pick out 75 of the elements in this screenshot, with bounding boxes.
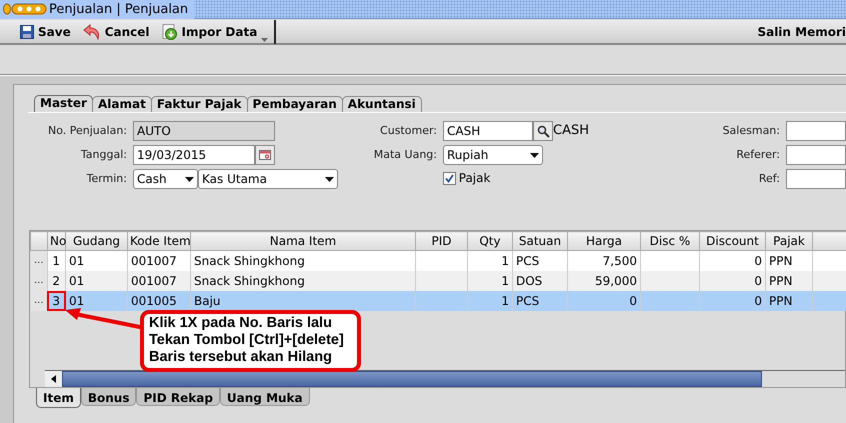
row-handle[interactable]: ... <box>30 270 48 290</box>
field-label: No. Penjualan: <box>47 123 128 139</box>
column-header[interactable]: Harga <box>568 232 640 250</box>
input-field[interactable] <box>786 169 846 189</box>
field-label: Salesman: <box>722 123 781 139</box>
date-field[interactable]: 19/03/2015 <box>133 145 255 165</box>
table-cell: PPN <box>766 290 812 310</box>
column-header[interactable]: No <box>48 232 66 250</box>
dropdown-caret-icon <box>261 38 268 42</box>
customer-name: CASH <box>553 122 589 140</box>
calendar-icon <box>259 150 271 160</box>
callout-text: Baris tersebut akan Hilang <box>149 349 333 366</box>
search-button[interactable] <box>533 121 553 141</box>
column-header[interactable]: Pajak <box>766 232 812 250</box>
tab[interactable]: Item <box>36 388 81 408</box>
tab[interactable]: Akuntansi <box>342 96 422 112</box>
column-header[interactable]: PID <box>416 232 468 250</box>
tab[interactable]: Master <box>34 95 93 112</box>
search-icon <box>536 124 550 138</box>
field-label: Customer: <box>379 123 438 139</box>
column-header[interactable]: Satuan <box>512 232 568 250</box>
field-label: Referer: <box>735 147 781 163</box>
column-header[interactable]: Gudang <box>66 232 128 250</box>
dropdown-caret-icon <box>325 176 334 182</box>
table-cell: 1 <box>468 290 512 310</box>
column-header[interactable]: Disc % <box>640 232 700 250</box>
column-header[interactable]: Kode Item <box>128 232 190 250</box>
table-row[interactable]: ... 3 01 001005 Baju 1 PCS 0 0 PPN <box>30 290 846 310</box>
table-cell: 0 <box>568 290 640 310</box>
dropdown[interactable]: Rupiah <box>443 145 543 165</box>
tab[interactable]: Alamat <box>92 96 152 112</box>
column-header[interactable]: Nama Item <box>190 232 416 250</box>
input-field[interactable]: CASH <box>443 121 533 141</box>
dropdown-caret-icon <box>185 176 194 182</box>
column-header[interactable]: Qty <box>468 232 512 250</box>
row-handle[interactable]: ... <box>30 250 48 270</box>
undo-arrow-icon <box>82 24 101 40</box>
salin-memori-button[interactable]: Salin Memori <box>757 22 846 40</box>
save-button[interactable]: Save <box>14 20 77 42</box>
tab[interactable]: PID Rekap <box>136 388 220 406</box>
import-button[interactable]: Impor Data <box>156 20 274 42</box>
checkbox[interactable] <box>443 172 456 184</box>
field-label: Ref: <box>758 171 781 187</box>
dropdown-caret-icon <box>530 152 539 158</box>
row-handle[interactable]: ... <box>30 290 48 310</box>
tab[interactable]: Pembayaran <box>246 96 343 112</box>
scroll-left-button[interactable] <box>45 371 62 387</box>
callout-text: Tekan Tombol [Ctrl]+[delete] <box>149 332 345 349</box>
left-arrow-icon <box>51 375 56 383</box>
table-row[interactable]: ... 1 01 001007 Snack Shingkhong 1 PCS 7,500 0 PPN <box>30 250 846 270</box>
table-row[interactable]: ... 2 01 001007 Snack Shingkhong 1 DOS 59,000 0 PPN <box>30 270 846 290</box>
input-field[interactable] <box>786 121 846 141</box>
field-label: Mata Uang: <box>372 147 438 163</box>
tab[interactable]: Uang Muka <box>220 388 310 406</box>
field-label: Tanggal: <box>80 147 128 163</box>
scrollbar-thumb[interactable] <box>62 371 762 387</box>
table-cell: 2 <box>48 270 66 290</box>
table-cell: PCS <box>512 290 568 310</box>
callout-text: Klik 1X pada No. Baris lalu <box>149 315 333 332</box>
dropdown[interactable]: Kas Utama <box>198 169 338 189</box>
column-header[interactable]: Discount <box>700 232 766 250</box>
checkbox-label: Pajak <box>458 170 490 187</box>
dropdown[interactable]: Cash <box>133 169 198 189</box>
tab[interactable]: Faktur Pajak <box>150 96 248 112</box>
field-label: Termin: <box>86 171 128 187</box>
calendar-button[interactable] <box>255 145 275 165</box>
input-field[interactable] <box>786 145 846 165</box>
tab[interactable]: Bonus <box>80 388 136 406</box>
table-cell: 3 <box>48 290 66 310</box>
window-title: Penjualan | Penjualan <box>47 0 194 18</box>
import-download-icon <box>162 24 178 40</box>
input-field[interactable]: AUTO <box>133 121 275 141</box>
table-cell: 0 <box>700 290 766 310</box>
logo-icon <box>3 2 47 16</box>
cancel-button[interactable]: Cancel <box>76 20 156 42</box>
